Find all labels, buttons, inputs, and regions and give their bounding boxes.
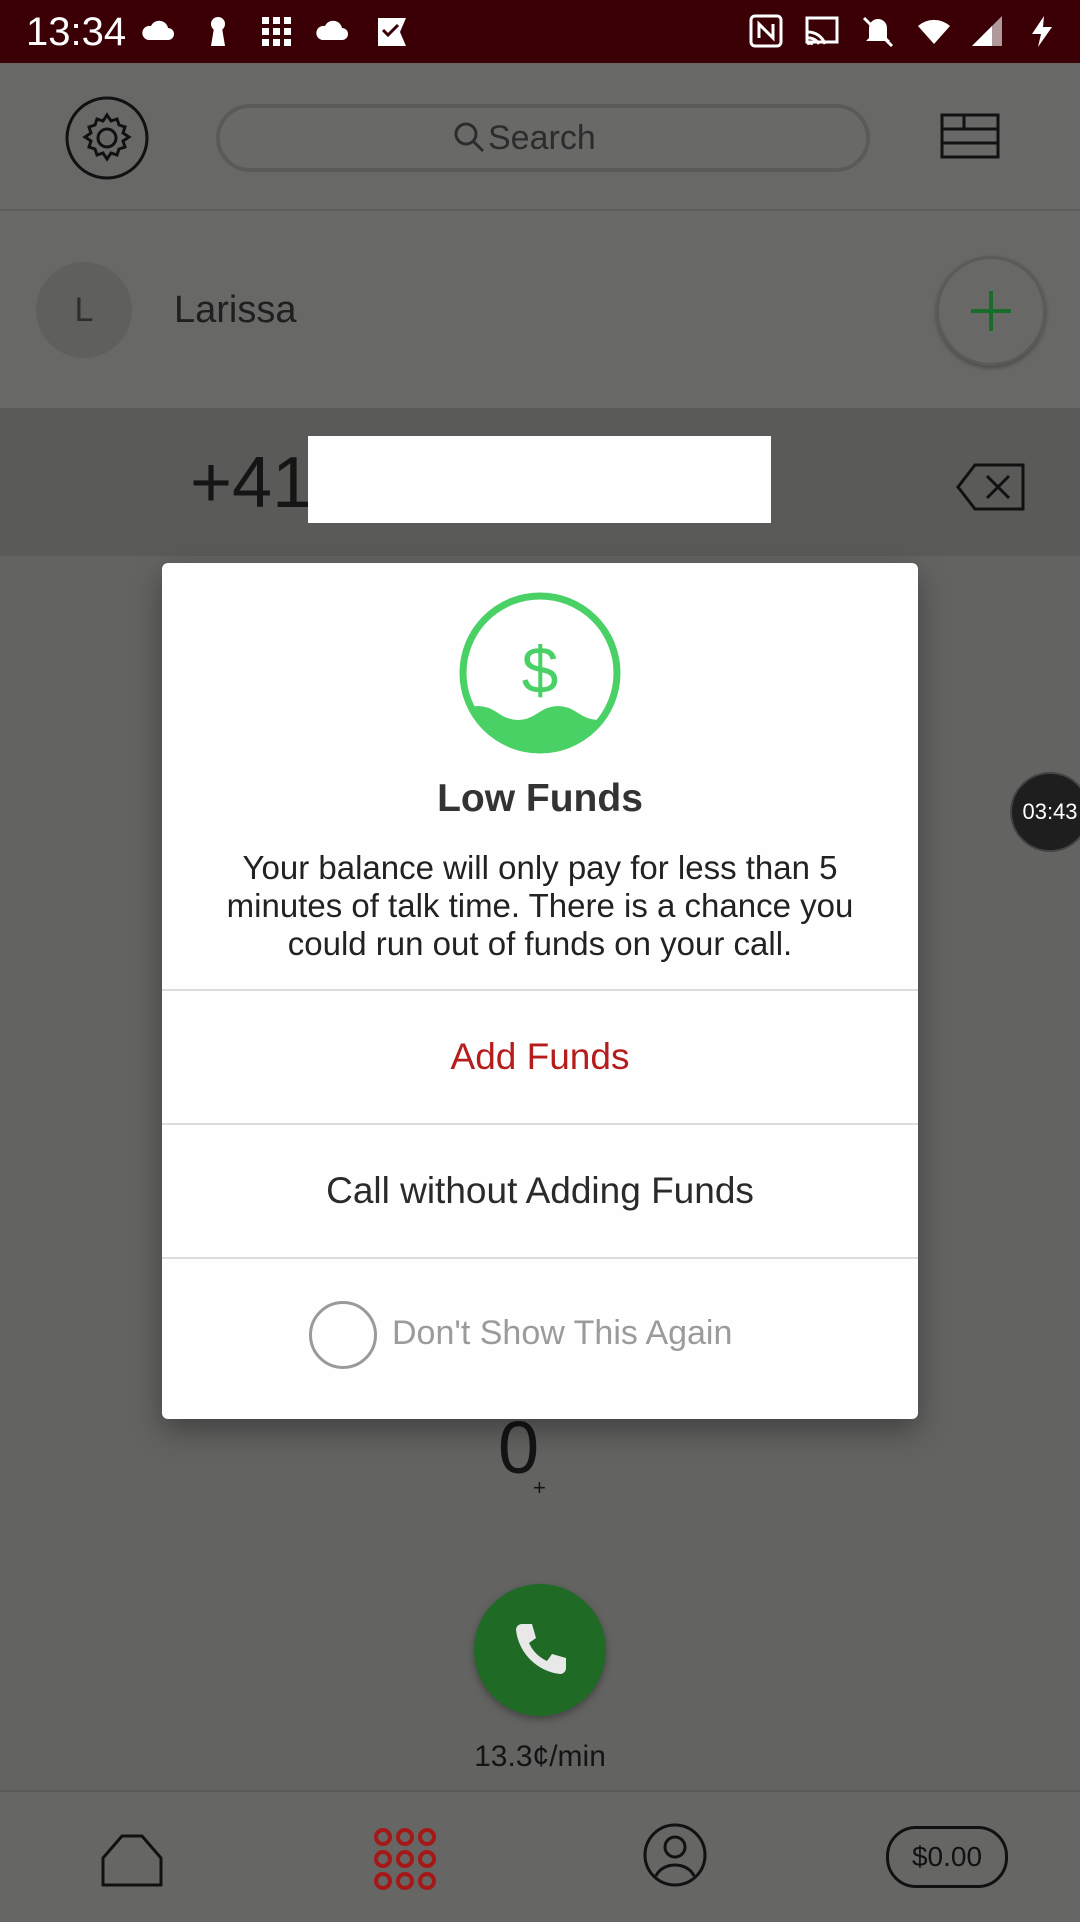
dont-show-label: Don't Show This Again <box>392 1314 733 1352</box>
cloud-icon <box>316 20 348 40</box>
search-icon <box>454 122 485 153</box>
nfc-icon <box>749 14 783 48</box>
search-input[interactable]: Search <box>216 104 870 172</box>
status-time: 13:34 <box>26 10 127 54</box>
low-funds-dialog: $ Low Funds Your balance will only pay f… <box>162 563 918 1419</box>
check-flag-icon <box>378 18 406 46</box>
wifi-icon <box>918 19 950 44</box>
timer-bubble[interactable]: 03:43 <box>1010 772 1080 852</box>
avatar: L <box>36 262 132 358</box>
bell-off-icon <box>862 16 894 48</box>
dont-show-radio[interactable] <box>309 1301 377 1369</box>
dialog-message: Your balance will only pay for less than… <box>226 849 854 962</box>
signal-icon <box>972 16 1002 46</box>
contact-row[interactable] <box>0 211 1080 408</box>
balance-badge[interactable]: $0.00 <box>886 1826 1008 1888</box>
keypad-icon[interactable] <box>372 1826 438 1892</box>
call-button[interactable] <box>474 1584 606 1716</box>
country-code[interactable]: +41 <box>190 438 312 528</box>
home-icon[interactable] <box>100 1832 164 1888</box>
flag-menu-icon[interactable] <box>940 113 1000 161</box>
add-contact-button[interactable] <box>936 256 1046 366</box>
cast-icon <box>805 16 839 46</box>
add-funds-button[interactable]: Add Funds <box>162 991 918 1123</box>
dollar-funds-icon: $ <box>459 592 621 754</box>
search-placeholder: Search <box>488 119 596 157</box>
profile-icon[interactable] <box>642 1822 708 1888</box>
grid-icon <box>262 17 291 46</box>
status-bar: 13:34 <box>0 0 1080 63</box>
call-rate: 13.3¢/min <box>474 1740 606 1773</box>
contact-name[interactable]: Larissa <box>174 285 297 335</box>
svg-text:$: $ <box>522 633 559 707</box>
dialog-title: Low Funds <box>437 777 643 820</box>
backspace-icon[interactable] <box>955 462 1027 512</box>
cloud-icon <box>142 20 174 40</box>
dont-show-again-option[interactable]: Don't Show This Again <box>162 1259 918 1419</box>
call-without-funds-button[interactable]: Call without Adding Funds <box>162 1125 918 1257</box>
gear-icon[interactable] <box>64 95 150 181</box>
dial-key-zero-plus: + <box>533 1475 546 1500</box>
phone-icon <box>516 1624 566 1674</box>
phone-number-field[interactable] <box>308 436 771 523</box>
battery-charging-icon <box>1032 16 1052 47</box>
plus-icon <box>971 291 1011 331</box>
keyhole-icon <box>211 17 225 46</box>
